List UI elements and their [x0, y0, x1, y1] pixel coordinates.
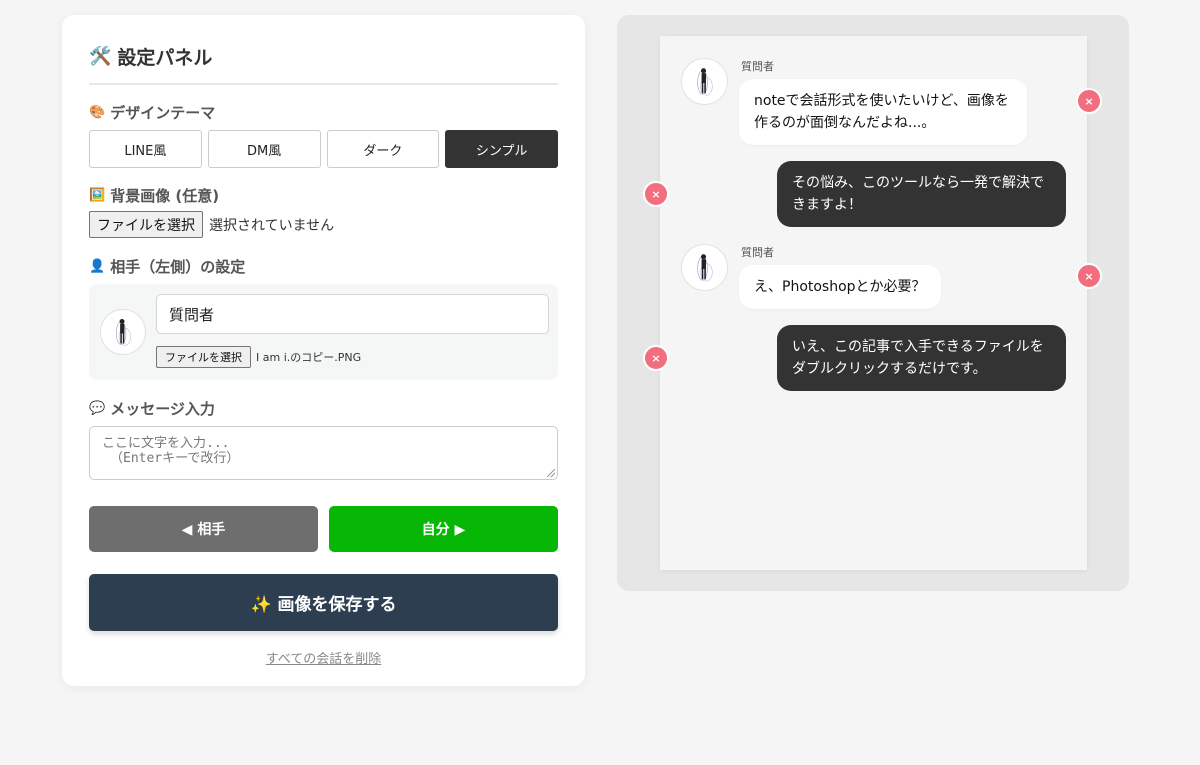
theme-label-text: デザインテーマ [110, 103, 216, 122]
panel-title-text: 設定パネル [117, 46, 213, 69]
partner-label-text: 相手（左側）の設定 [110, 257, 246, 276]
message-label-text: メッセージ入力 [110, 399, 215, 418]
send-partner-button[interactable]: ◀ 相手 [89, 506, 318, 552]
save-image-button[interactable]: ✨ 画像を保存する [89, 574, 558, 631]
delete-message-button[interactable]: × [1076, 88, 1102, 114]
avatar-figure-icon: ~ [111, 317, 131, 346]
delete-message-button[interactable]: × [643, 345, 669, 371]
message-placeholder-line2: （Enterキーで改行） [110, 451, 240, 466]
message-bubble-left: noteで会話形式を使いたいけど、画像を作るのが面倒なんだよね...。 [739, 79, 1027, 145]
theme-simple-button[interactable]: シンプル [445, 130, 558, 168]
framed-picture-icon: 🖼️ [89, 187, 106, 203]
background-file-input: ファイルを選択 選択されていません [89, 211, 558, 238]
resize-grip-icon[interactable] [547, 469, 555, 477]
background-label-text: 背景画像 (任意) [110, 186, 220, 205]
delete-message-button[interactable]: × [1076, 263, 1102, 289]
background-file-status: 選択されていません [209, 217, 335, 234]
settings-panel: 🛠️ 設定パネル 🎨 デザインテーマ LINE風 DM風 ダーク シンプル 🖼️… [62, 15, 585, 686]
partner-settings-box: ~ 質問者 ファイルを選択 I am i.のコピー.PNG [89, 284, 558, 380]
speech-balloon-icon: 💬 [89, 400, 106, 416]
theme-line-button[interactable]: LINE風 [89, 130, 202, 168]
message-bubble-left: え、Photoshopとか必要？ [739, 265, 941, 309]
theme-dark-button[interactable]: ダーク [326, 130, 440, 168]
clear-all-link[interactable]: すべての会話を削除 [89, 648, 558, 667]
message-label: 💬 メッセージ入力 [89, 398, 558, 418]
chat-preview: 質問者 noteで会話形式を使いたいけど、画像を作るのが面倒なんだよね...。 … [660, 36, 1087, 570]
message-bubble-right: その悩み、このツールなら一発で解決できますよ！ [777, 161, 1066, 227]
palette-icon: 🎨 [89, 104, 106, 120]
avatar-figure-icon [697, 254, 713, 282]
message-avatar [681, 244, 728, 291]
message-textarea[interactable]: ここに文字を入力... （Enterキーで改行） [89, 426, 558, 480]
svg-text:~: ~ [111, 317, 114, 321]
theme-label: 🎨 デザインテーマ [89, 102, 558, 122]
preview-container: 質問者 noteで会話形式を使いたいけど、画像を作るのが面倒なんだよね...。 … [617, 15, 1129, 591]
partner-avatar-file-input: ファイルを選択 I am i.のコピー.PNG [156, 346, 549, 368]
theme-dm-button[interactable]: DM風 [207, 130, 321, 168]
message-placeholder-line1: ここに文字を入力... [102, 436, 230, 451]
send-buttons: ◀ 相手 自分 ▶ [89, 506, 558, 552]
send-self-button[interactable]: 自分 ▶ [329, 506, 558, 552]
message-sender: 質問者 [741, 60, 774, 73]
divider [89, 83, 558, 85]
message-sender: 質問者 [741, 246, 774, 259]
partner-label: 👤 相手（左側）の設定 [89, 256, 558, 276]
partner-avatar-file-name: I am i.のコピー.PNG [256, 351, 362, 364]
message-bubble-right: いえ、この記事で入手できるファイルをダブルクリックするだけです。 [777, 325, 1066, 391]
background-label: 🖼️ 背景画像 (任意) [89, 185, 558, 205]
hammer-wrench-icon: 🛠️ [89, 45, 112, 67]
partner-name-input[interactable]: 質問者 [156, 294, 549, 334]
partner-fields: 質問者 ファイルを選択 I am i.のコピー.PNG [156, 294, 549, 368]
message-avatar [681, 58, 728, 105]
user-icon: 👤 [89, 258, 106, 274]
panel-title: 🛠️ 設定パネル [89, 43, 558, 69]
theme-selector: LINE風 DM風 ダーク シンプル [89, 130, 558, 168]
avatar-figure-icon [697, 68, 713, 96]
delete-message-button[interactable]: × [643, 181, 669, 207]
background-file-button[interactable]: ファイルを選択 [89, 211, 203, 238]
partner-avatar[interactable]: ~ [100, 309, 146, 355]
partner-avatar-file-button[interactable]: ファイルを選択 [156, 346, 251, 368]
